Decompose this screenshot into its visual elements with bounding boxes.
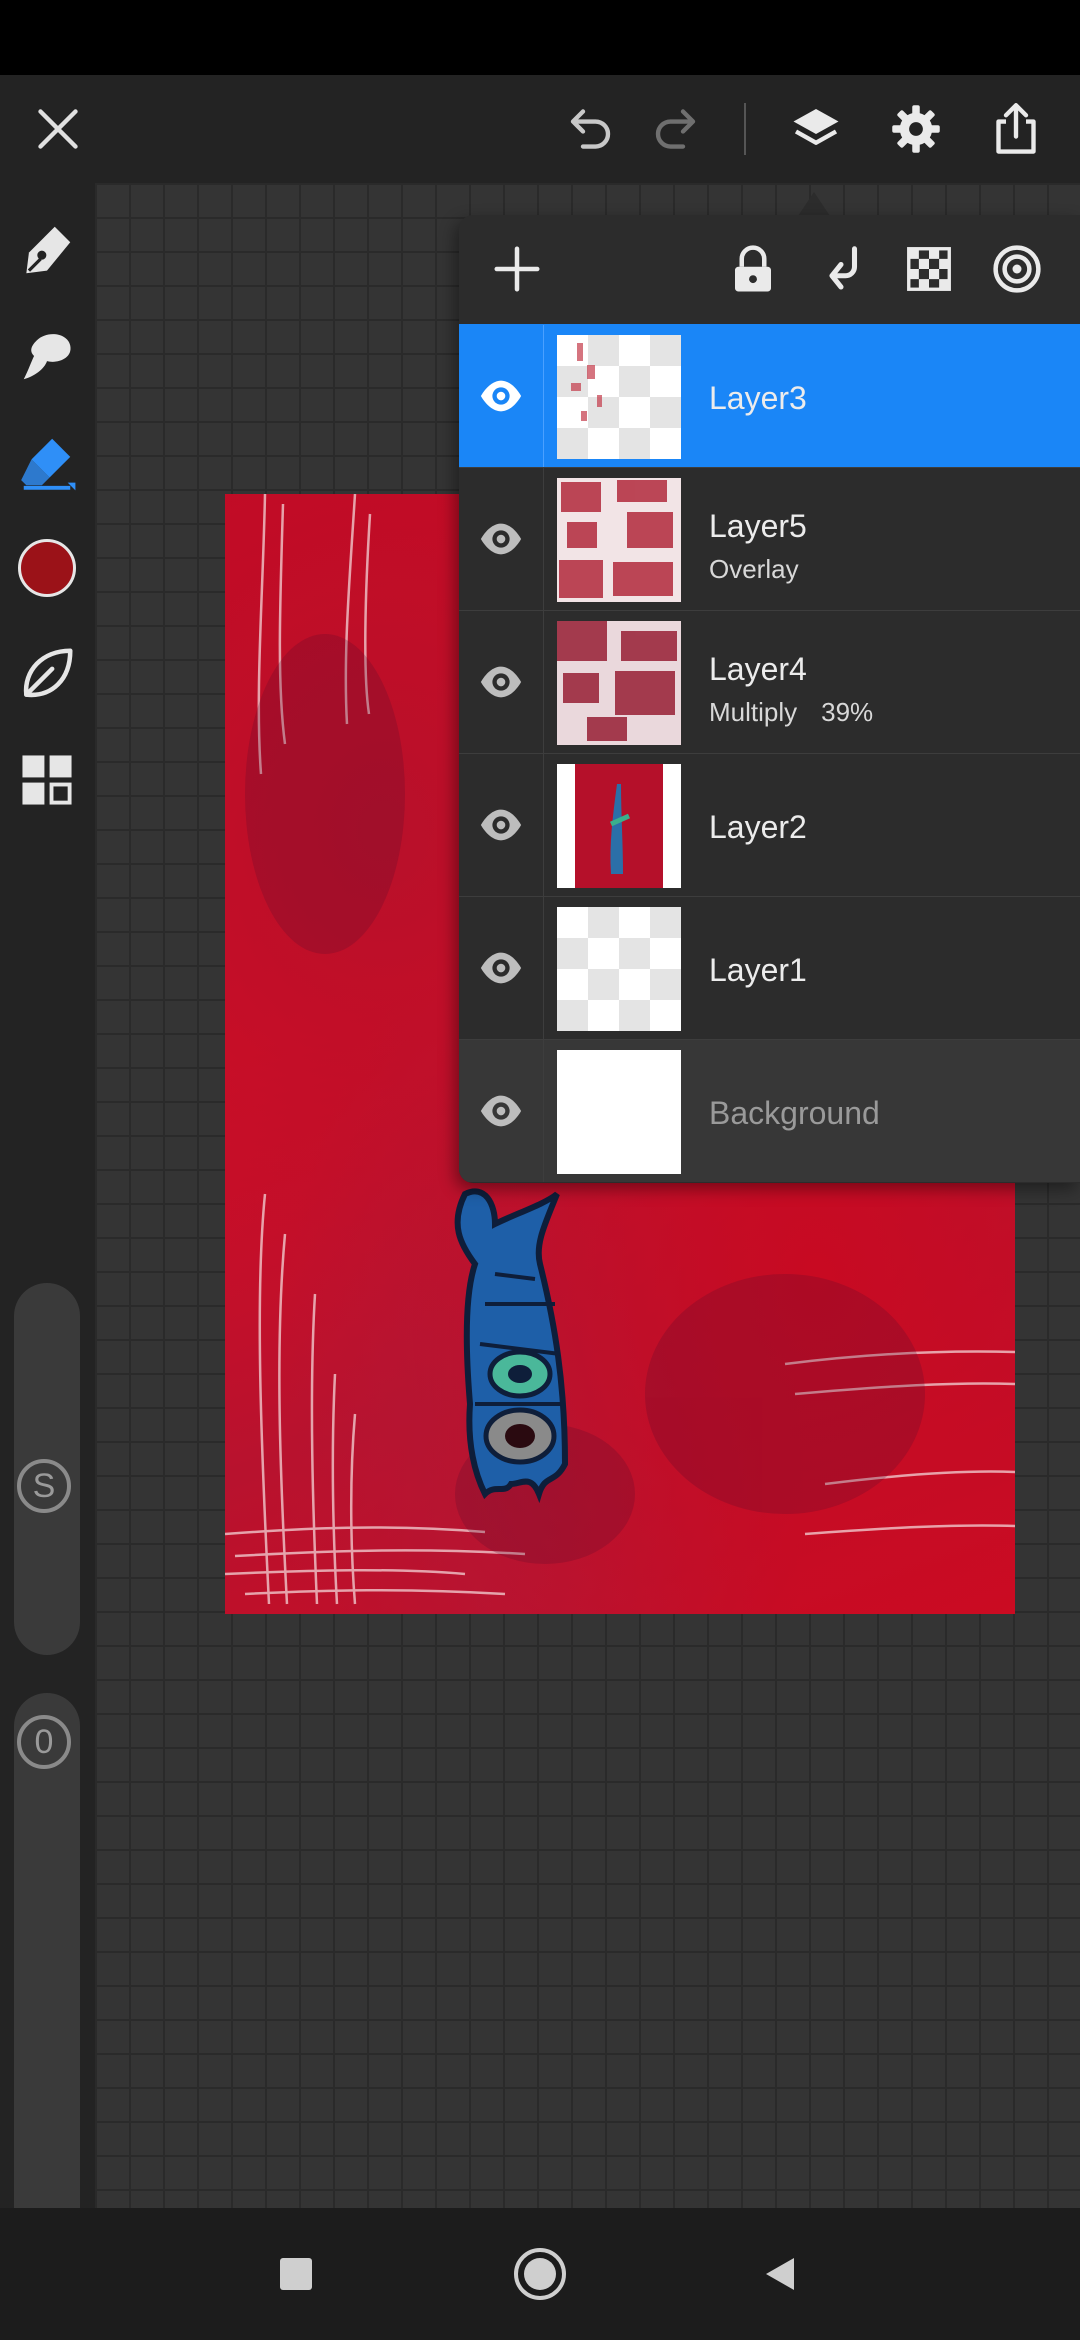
- recent-apps-icon[interactable]: [260, 2238, 332, 2310]
- visibility-toggle[interactable]: [459, 468, 544, 610]
- toolbar-divider: [744, 103, 746, 155]
- layer-name: Layer5: [709, 508, 807, 544]
- brush-library-icon[interactable]: [12, 639, 82, 709]
- eye-icon: [480, 380, 522, 412]
- visibility-toggle[interactable]: [459, 325, 544, 467]
- share-icon[interactable]: [984, 97, 1048, 161]
- status-bar: [0, 0, 1080, 75]
- settings-icon[interactable]: [884, 97, 948, 161]
- layer-name: Layer1: [709, 952, 807, 988]
- visibility-toggle[interactable]: [459, 897, 544, 1039]
- back-icon[interactable]: [744, 2238, 816, 2310]
- layer-row-layer1[interactable]: Layer1: [459, 896, 1080, 1039]
- gallery-icon[interactable]: [12, 745, 82, 815]
- system-nav-bar: [0, 2208, 1080, 2340]
- visibility-toggle[interactable]: [459, 611, 544, 753]
- brush-size-knob[interactable]: S: [17, 1459, 71, 1513]
- layer-thumbnail: [557, 335, 681, 459]
- brush-opacity-slider[interactable]: 0: [14, 1693, 80, 2263]
- layer-name: Layer2: [709, 809, 807, 845]
- tool-sidebar: S 0: [0, 183, 95, 2263]
- layer-blend-mode: Overlay: [709, 554, 799, 584]
- layer-menu-icon[interactable]: [985, 237, 1049, 301]
- layer-opacity: 39%: [821, 697, 874, 727]
- layer-blend-info: Overlay: [709, 554, 823, 585]
- layers-panel: Layer3 Layer5 Overlay Layer4 Multiply 39%: [459, 215, 1080, 1183]
- layer-blend-mode: Multiply: [709, 697, 798, 727]
- lock-icon[interactable]: [721, 237, 785, 301]
- top-toolbar: [0, 75, 1080, 183]
- visibility-toggle[interactable]: [459, 754, 544, 896]
- close-icon[interactable]: [26, 97, 90, 161]
- eye-icon: [480, 666, 522, 698]
- redo-icon[interactable]: [646, 97, 710, 161]
- layers-panel-toolbar: [459, 215, 1080, 324]
- layer-row-layer2[interactable]: Layer2: [459, 753, 1080, 896]
- layer-row-layer3[interactable]: Layer3: [459, 324, 1080, 467]
- layers-icon[interactable]: [784, 97, 848, 161]
- layer-name: Layer3: [709, 380, 807, 416]
- layer-thumbnail: [557, 1050, 681, 1174]
- layer-name: Layer4: [709, 651, 807, 687]
- undo-icon[interactable]: [556, 97, 620, 161]
- alpha-lock-icon[interactable]: [897, 237, 961, 301]
- layer-thumbnail: [557, 621, 681, 745]
- layer-blend-info: Multiply 39%: [709, 697, 897, 728]
- layer-thumbnail: [557, 478, 681, 602]
- color-swatch[interactable]: [12, 533, 82, 603]
- eye-icon: [480, 809, 522, 841]
- clipping-mask-icon[interactable]: [809, 237, 873, 301]
- layer-row-background[interactable]: Background: [459, 1039, 1080, 1182]
- current-color-circle: [18, 539, 76, 597]
- visibility-toggle[interactable]: [459, 1040, 544, 1182]
- layer-thumbnail: [557, 907, 681, 1031]
- pen-tool-icon[interactable]: [12, 215, 82, 285]
- layers-panel-pointer: [798, 192, 830, 216]
- layer-row-layer4[interactable]: Layer4 Multiply 39%: [459, 610, 1080, 753]
- brush-opacity-knob[interactable]: 0: [17, 1715, 71, 1769]
- brush-size-slider[interactable]: S: [14, 1283, 80, 1655]
- layer-name: Background: [709, 1095, 880, 1131]
- eye-icon: [480, 952, 522, 984]
- layer-thumbnail: [557, 764, 681, 888]
- eye-icon: [480, 523, 522, 555]
- eraser-tool-icon[interactable]: [12, 427, 82, 497]
- smudge-tool-icon[interactable]: [12, 321, 82, 391]
- layer-row-layer5[interactable]: Layer5 Overlay: [459, 467, 1080, 610]
- home-icon[interactable]: [504, 2238, 576, 2310]
- eye-icon: [480, 1095, 522, 1127]
- add-layer-icon[interactable]: [485, 237, 549, 301]
